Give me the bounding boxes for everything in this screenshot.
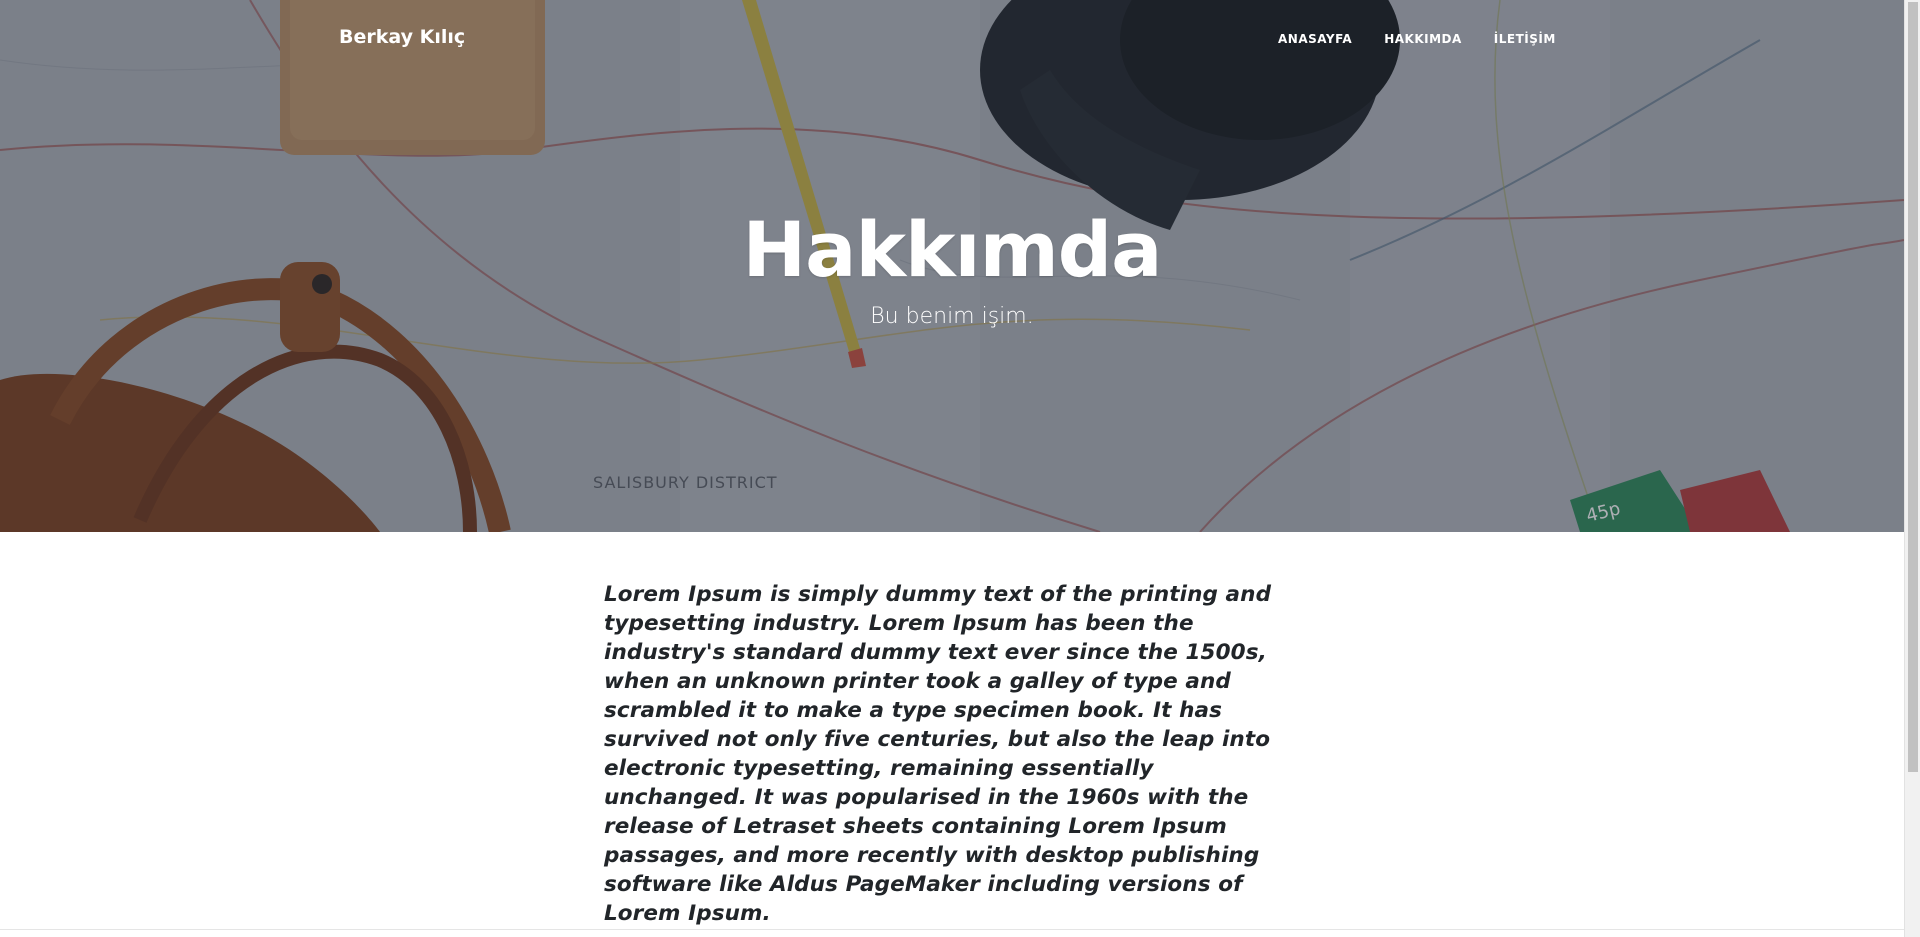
about-paragraph: Lorem Ipsum is simply dummy text of the … (604, 582, 1272, 926)
brand-link[interactable]: Berkay Kılıç (339, 26, 465, 48)
page-subtitle: Bu benim işim. (870, 304, 1034, 329)
main-content: Lorem Ipsum is simply dummy text of the … (604, 580, 1304, 928)
navbar: Berkay Kılıç ANASAYFA HAKKIMDA İLETİŞİM (0, 0, 1904, 80)
page-title: Hakkımda (742, 205, 1163, 294)
scrollbar-thumb[interactable] (1908, 2, 1918, 772)
nav-link-hakkimda[interactable]: HAKKIMDA (1384, 32, 1462, 46)
masthead: 45p SALISBURY DISTRICT Berkay Kılıç ANAS… (0, 0, 1904, 532)
nav-link-anasayfa[interactable]: ANASAYFA (1278, 32, 1352, 46)
page-scrollbar[interactable] (1904, 0, 1920, 937)
nav-link-iletisim[interactable]: İLETİŞİM (1494, 32, 1556, 46)
nav-links: ANASAYFA HAKKIMDA İLETİŞİM (1278, 32, 1588, 46)
page: 45p SALISBURY DISTRICT Berkay Kılıç ANAS… (0, 0, 1904, 937)
divider (0, 929, 1904, 930)
